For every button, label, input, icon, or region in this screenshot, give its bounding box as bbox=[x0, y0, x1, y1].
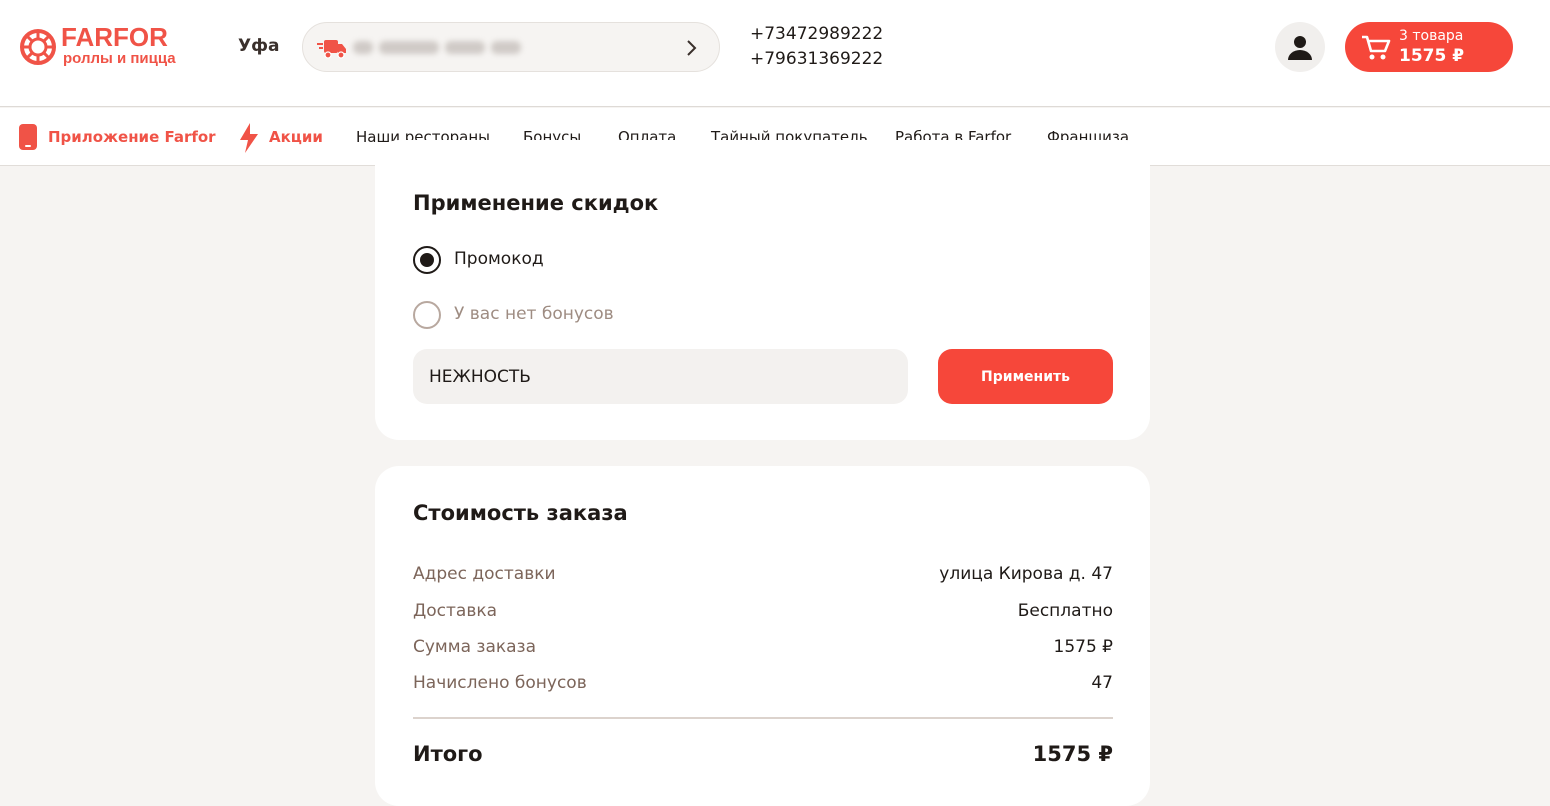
radio-label: Промокод bbox=[454, 249, 544, 269]
row-label: Начислено бонусов bbox=[413, 673, 587, 693]
total-row: Итого 1575 ₽ bbox=[413, 742, 1113, 770]
logo-title: FARFOR bbox=[61, 22, 168, 52]
order-cost-title: Стоимость заказа bbox=[413, 501, 628, 525]
order-cost-card: Стоимость заказа Адрес доставки улица Ки… bbox=[375, 466, 1150, 806]
row-delivery: Доставка Бесплатно bbox=[413, 601, 1113, 623]
address-redacted bbox=[353, 36, 583, 58]
nav-item-app[interactable]: Приложение Farfor bbox=[18, 124, 216, 150]
phone-icon bbox=[19, 124, 37, 150]
row-delivery-address: Адрес доставки улица Кирова д. 47 bbox=[413, 564, 1113, 586]
cart-count: 3 товара bbox=[1399, 28, 1464, 44]
radio-button-disabled[interactable] bbox=[413, 301, 441, 329]
apply-promo-button[interactable]: Применить bbox=[938, 349, 1113, 404]
divider bbox=[413, 717, 1113, 719]
radio-label: У вас нет бонусов bbox=[454, 304, 614, 324]
nav-item-label: Акции bbox=[269, 128, 323, 146]
user-icon bbox=[1288, 36, 1312, 60]
delivery-truck-icon bbox=[317, 40, 346, 59]
discounts-card: Применение скидок Промокод У вас нет бон… bbox=[375, 140, 1150, 440]
chevron-right-icon bbox=[687, 40, 697, 56]
account-button[interactable] bbox=[1275, 22, 1325, 72]
farfor-logo[interactable]: FARFOR роллы и пицца bbox=[18, 22, 188, 70]
row-value: 47 bbox=[1091, 673, 1113, 693]
logo-subtitle: роллы и пицца bbox=[63, 50, 176, 67]
radio-button-selected[interactable] bbox=[413, 246, 441, 274]
row-label: Адрес доставки bbox=[413, 564, 556, 584]
row-bonuses-earned: Начислено бонусов 47 bbox=[413, 673, 1113, 695]
discounts-title: Применение скидок bbox=[413, 191, 659, 215]
row-value: Бесплатно bbox=[1017, 601, 1113, 621]
cart-button[interactable]: 3 товара 1575 ₽ bbox=[1345, 22, 1513, 72]
cart-total: 1575 ₽ bbox=[1399, 46, 1465, 66]
total-label: Итого bbox=[413, 742, 483, 766]
nav-item-promos[interactable]: Акции bbox=[238, 123, 323, 153]
nav-item-label: Приложение Farfor bbox=[48, 128, 216, 146]
promo-code-input[interactable] bbox=[413, 349, 908, 404]
row-order-sum: Сумма заказа 1575 ₽ bbox=[413, 637, 1113, 659]
row-label: Доставка bbox=[413, 601, 498, 621]
row-label: Сумма заказа bbox=[413, 637, 537, 657]
city-selector[interactable]: Уфа bbox=[238, 36, 279, 56]
lightning-icon bbox=[240, 123, 258, 153]
row-value: улица Кирова д. 47 bbox=[939, 564, 1113, 584]
phone-1[interactable]: +73472989222 bbox=[750, 22, 883, 47]
row-value: 1575 ₽ bbox=[1053, 637, 1113, 657]
phone-2[interactable]: +79631369222 bbox=[750, 47, 883, 72]
header: FARFOR роллы и пицца Уфа +73472989222 +7… bbox=[0, 0, 1550, 107]
phone-numbers: +73472989222 +79631369222 bbox=[750, 22, 883, 72]
total-value: 1575 ₽ bbox=[1032, 742, 1113, 766]
logo-icon bbox=[20, 29, 56, 65]
cart-icon bbox=[1362, 35, 1391, 60]
delivery-address-selector[interactable] bbox=[302, 22, 720, 72]
